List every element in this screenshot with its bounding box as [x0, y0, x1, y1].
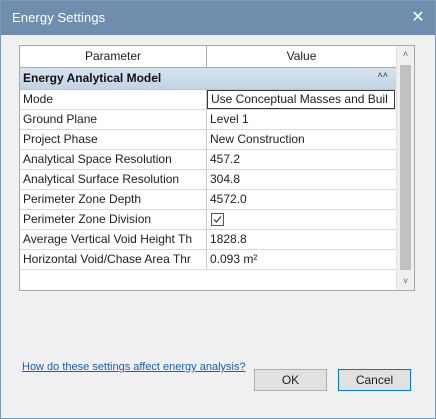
- void-chase-area-value[interactable]: 0.093 m²: [207, 250, 396, 269]
- project-phase-value[interactable]: New Construction: [207, 130, 396, 149]
- group-label: Energy Analytical Model: [23, 71, 162, 85]
- table-row-void-height[interactable]: Average Vertical Void Height Th 1828.8: [20, 230, 396, 250]
- grid-header: Parameter Value: [20, 46, 396, 68]
- properties-grid: Parameter Value Energy Analytical Model …: [19, 45, 415, 291]
- space-resolution-value[interactable]: 457.2: [207, 150, 396, 169]
- ground-plane-value[interactable]: Level 1: [207, 110, 396, 129]
- table-row-perimeter-zone-depth[interactable]: Perimeter Zone Depth 4572.0: [20, 190, 396, 210]
- perimeter-zone-depth-value[interactable]: 4572.0: [207, 190, 396, 209]
- param-name: Project Phase: [20, 130, 207, 149]
- table-row-space-resolution[interactable]: Analytical Space Resolution 457.2: [20, 150, 396, 170]
- surface-resolution-value[interactable]: 304.8: [207, 170, 396, 189]
- scroll-up-arrow-icon[interactable]: ˄: [397, 46, 414, 63]
- param-name: Perimeter Zone Division: [20, 210, 207, 229]
- close-button[interactable]: ✕: [401, 1, 435, 35]
- column-header-value[interactable]: Value: [207, 46, 396, 67]
- table-row-ground-plane[interactable]: Ground Plane Level 1: [20, 110, 396, 130]
- param-name: Ground Plane: [20, 110, 207, 129]
- help-link[interactable]: How do these settings affect energy anal…: [22, 361, 246, 373]
- dialog-body: Parameter Value Energy Analytical Model …: [1, 35, 435, 418]
- table-row-mode[interactable]: Mode Use Conceptual Masses and Buil: [20, 90, 396, 110]
- perimeter-zone-division-checkbox[interactable]: [211, 213, 224, 226]
- energy-settings-dialog: Energy Settings ✕ Parameter Value Energy…: [0, 0, 436, 419]
- dialog-title: Energy Settings: [12, 10, 106, 25]
- scroll-down-arrow-icon[interactable]: ˅: [397, 273, 414, 290]
- ok-button[interactable]: OK: [254, 369, 327, 391]
- param-name: Analytical Space Resolution: [20, 150, 207, 169]
- cancel-button[interactable]: Cancel: [338, 369, 411, 391]
- group-header-energy-analytical-model[interactable]: Energy Analytical Model ˄˄: [20, 68, 396, 90]
- param-name: Horizontal Void/Chase Area Thr: [20, 250, 207, 269]
- void-height-value[interactable]: 1828.8: [207, 230, 396, 249]
- collapse-chevrons-icon[interactable]: ˄˄: [377, 70, 388, 80]
- param-name: Mode: [20, 90, 207, 109]
- checkmark-icon: [213, 216, 222, 223]
- param-name: Average Vertical Void Height Th: [20, 230, 207, 249]
- table-row-void-chase-area[interactable]: Horizontal Void/Chase Area Thr 0.093 m²: [20, 250, 396, 270]
- table-row-perimeter-zone-division[interactable]: Perimeter Zone Division: [20, 210, 396, 230]
- table-row-project-phase[interactable]: Project Phase New Construction: [20, 130, 396, 150]
- param-name: Analytical Surface Resolution: [20, 170, 207, 189]
- table-row-surface-resolution[interactable]: Analytical Surface Resolution 304.8: [20, 170, 396, 190]
- param-name: Perimeter Zone Depth: [20, 190, 207, 209]
- mode-value-field[interactable]: Use Conceptual Masses and Buil: [207, 90, 395, 109]
- title-bar[interactable]: Energy Settings ✕: [1, 1, 435, 35]
- scroll-thumb[interactable]: [400, 65, 411, 270]
- vertical-scrollbar[interactable]: ˄ ˅: [396, 46, 414, 290]
- grid-rows: Mode Use Conceptual Masses and Buil Grou…: [20, 90, 396, 270]
- close-icon: ✕: [411, 9, 425, 26]
- column-header-parameter[interactable]: Parameter: [20, 46, 207, 67]
